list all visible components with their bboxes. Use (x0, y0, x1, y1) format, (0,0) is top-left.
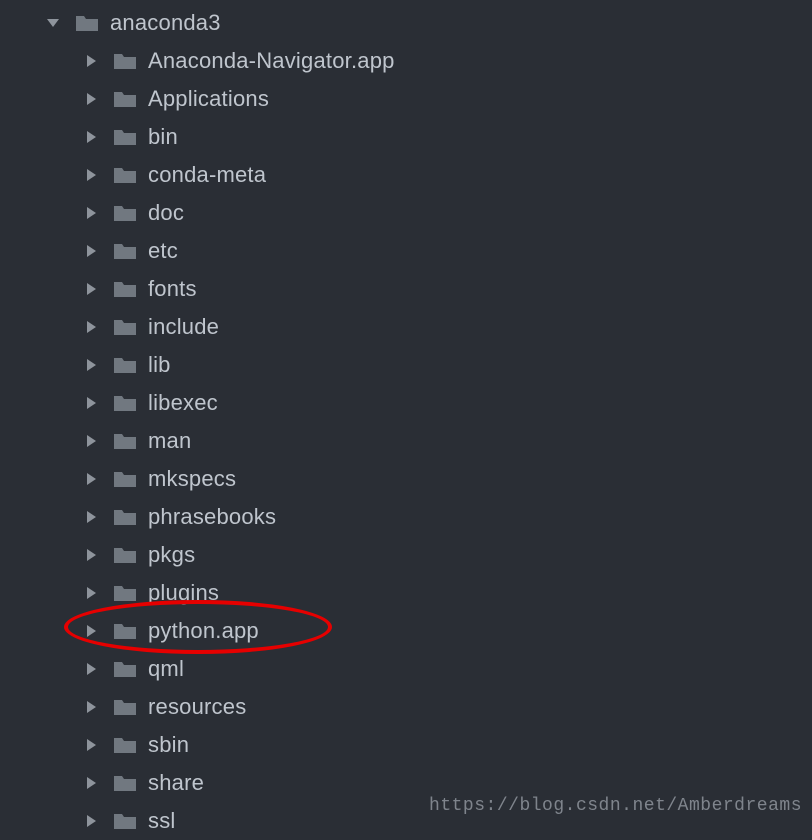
folder-icon (112, 240, 138, 262)
folder-row[interactable]: libexec (0, 384, 812, 422)
folder-label: doc (148, 200, 184, 226)
chevron-right-icon[interactable] (80, 278, 102, 300)
folder-row[interactable]: mkspecs (0, 460, 812, 498)
folder-label: bin (148, 124, 178, 150)
folder-row[interactable]: bin (0, 118, 812, 156)
folder-label: man (148, 428, 191, 454)
chevron-right-icon[interactable] (80, 696, 102, 718)
folder-row[interactable]: phrasebooks (0, 498, 812, 536)
folder-label: conda-meta (148, 162, 266, 188)
chevron-right-icon[interactable] (80, 468, 102, 490)
folder-label: phrasebooks (148, 504, 276, 530)
folder-icon (112, 810, 138, 832)
folder-icon (112, 468, 138, 490)
folder-icon (112, 50, 138, 72)
folder-icon (112, 620, 138, 642)
chevron-right-icon[interactable] (80, 734, 102, 756)
chevron-right-icon[interactable] (80, 164, 102, 186)
folder-row[interactable]: Applications (0, 80, 812, 118)
folder-label: pkgs (148, 542, 195, 568)
chevron-right-icon[interactable] (80, 810, 102, 832)
folder-icon (112, 506, 138, 528)
folder-label: ssl (148, 808, 176, 834)
chevron-right-icon[interactable] (80, 240, 102, 262)
chevron-right-icon[interactable] (80, 354, 102, 376)
folder-label: share (148, 770, 204, 796)
chevron-right-icon[interactable] (80, 202, 102, 224)
folder-label: lib (148, 352, 171, 378)
folder-icon (112, 734, 138, 756)
folder-icon (112, 278, 138, 300)
folder-row[interactable]: Anaconda-Navigator.app (0, 42, 812, 80)
folder-label: Anaconda-Navigator.app (148, 48, 395, 74)
folder-icon (112, 544, 138, 566)
folder-label: fonts (148, 276, 197, 302)
chevron-right-icon[interactable] (80, 582, 102, 604)
chevron-right-icon[interactable] (80, 772, 102, 794)
chevron-right-icon[interactable] (80, 544, 102, 566)
chevron-right-icon[interactable] (80, 88, 102, 110)
folder-row-root[interactable]: anaconda3 (0, 4, 812, 42)
chevron-right-icon[interactable] (80, 620, 102, 642)
folder-icon (112, 392, 138, 414)
folder-label: python.app (148, 618, 259, 644)
folder-icon (112, 772, 138, 794)
folder-icon (112, 354, 138, 376)
folder-icon (112, 658, 138, 680)
folder-icon (112, 202, 138, 224)
folder-label: qml (148, 656, 184, 682)
chevron-right-icon[interactable] (80, 126, 102, 148)
folder-row[interactable]: lib (0, 346, 812, 384)
chevron-right-icon[interactable] (80, 430, 102, 452)
folder-icon (112, 430, 138, 452)
folder-label-root: anaconda3 (110, 10, 221, 36)
folder-icon (112, 316, 138, 338)
folder-icon (112, 88, 138, 110)
folder-label: sbin (148, 732, 189, 758)
chevron-right-icon[interactable] (80, 50, 102, 72)
folder-row[interactable]: conda-meta (0, 156, 812, 194)
watermark-text: https://blog.csdn.net/Amberdreams (429, 796, 802, 816)
folder-row[interactable]: resources (0, 688, 812, 726)
folder-row[interactable]: doc (0, 194, 812, 232)
folder-label: resources (148, 694, 246, 720)
chevron-right-icon[interactable] (80, 316, 102, 338)
folder-icon (74, 12, 100, 34)
folder-row[interactable]: pkgs (0, 536, 812, 574)
folder-label: plugins (148, 580, 219, 606)
folder-row[interactable]: man (0, 422, 812, 460)
folder-icon (112, 164, 138, 186)
folder-label: mkspecs (148, 466, 236, 492)
folder-label: include (148, 314, 219, 340)
folder-row[interactable]: python.app (0, 612, 812, 650)
chevron-right-icon[interactable] (80, 506, 102, 528)
folder-row[interactable]: etc (0, 232, 812, 270)
folder-row[interactable]: plugins (0, 574, 812, 612)
folder-icon (112, 696, 138, 718)
folder-label: etc (148, 238, 178, 264)
file-tree: anaconda3 Anaconda-Navigator.app Applicat… (0, 0, 812, 840)
folder-label: libexec (148, 390, 218, 416)
folder-icon (112, 582, 138, 604)
folder-icon (112, 126, 138, 148)
folder-row[interactable]: include (0, 308, 812, 346)
chevron-right-icon[interactable] (80, 392, 102, 414)
folder-row[interactable]: fonts (0, 270, 812, 308)
folder-row[interactable]: qml (0, 650, 812, 688)
folder-row[interactable]: sbin (0, 726, 812, 764)
folder-label: Applications (148, 86, 269, 112)
chevron-down-icon[interactable] (42, 12, 64, 34)
chevron-right-icon[interactable] (80, 658, 102, 680)
